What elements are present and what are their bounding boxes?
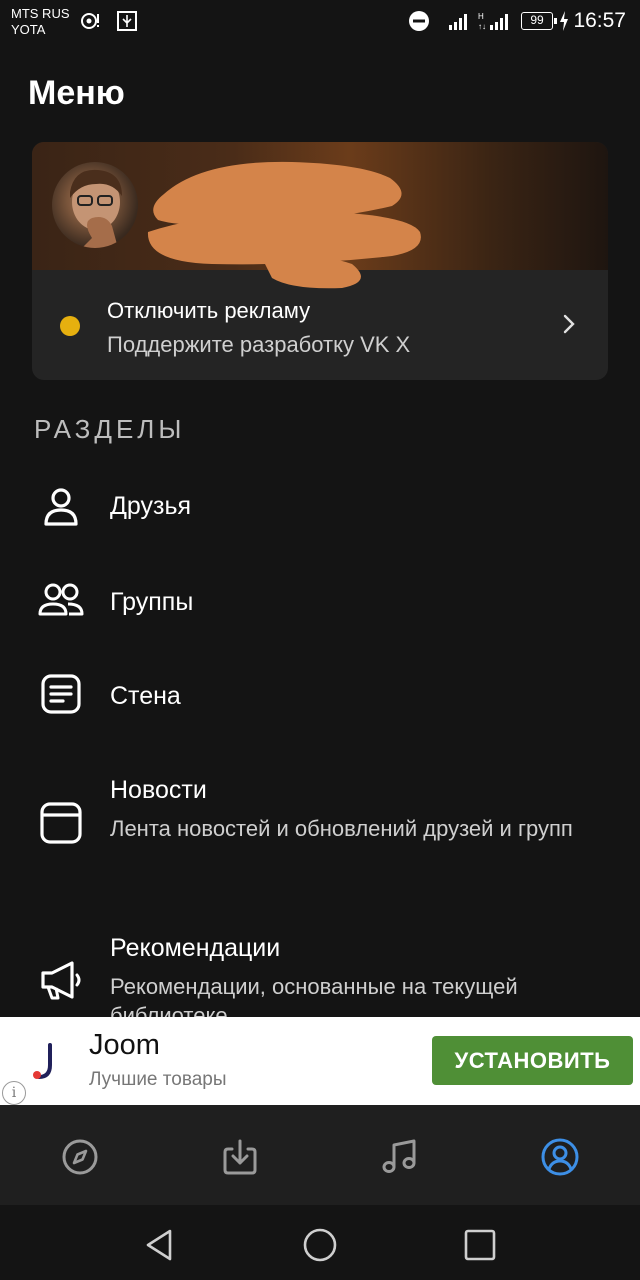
menu-item-news[interactable]: Новости Лента новостей и обновлений друз… — [0, 760, 640, 880]
sections-header: РАЗДЕЛЫ — [34, 414, 186, 444]
people-icon — [38, 583, 84, 616]
recents-icon[interactable] — [460, 1225, 500, 1265]
avatar-photo — [70, 169, 122, 248]
compass-icon[interactable] — [58, 1135, 102, 1179]
download-icon[interactable] — [218, 1135, 262, 1179]
menu-item-friends[interactable]: Друзья — [0, 464, 640, 554]
joom-logo-icon — [33, 1043, 52, 1079]
window-icon — [40, 802, 82, 844]
chevron-right-icon — [563, 314, 575, 334]
menu-label: Группы — [110, 588, 194, 616]
info-icon[interactable]: i — [2, 1081, 26, 1105]
menu-subtitle: Рекомендации, основанные на текущей библ… — [110, 974, 518, 1017]
ad-subtitle: Лучшие товары — [89, 1069, 227, 1090]
menu-label: Рекомендации — [110, 934, 281, 962]
home-icon[interactable] — [300, 1225, 340, 1265]
disable-ads-subtitle: Поддержите разработку VK X — [107, 332, 411, 357]
profile-circle-icon[interactable] — [538, 1135, 582, 1179]
menu-label: Стена — [110, 682, 181, 710]
disable-ads-title: Отключить рекламу — [107, 298, 311, 323]
system-nav-bar — [0, 1205, 640, 1280]
install-button[interactable]: УСТАНОВИТЬ — [432, 1036, 633, 1085]
page-title: Меню — [28, 74, 125, 112]
avatar[interactable] — [52, 162, 138, 248]
bottom-nav — [0, 1105, 640, 1205]
menu-item-recommendations[interactable]: Рекомендации Рекомендации, основанные на… — [0, 918, 640, 1017]
back-icon[interactable] — [140, 1225, 180, 1265]
ad-banner[interactable]: Joom Лучшие товары УСТАНОВИТЬ i — [0, 1017, 640, 1105]
status-dot — [60, 316, 80, 336]
menu-item-groups[interactable]: Группы — [0, 558, 640, 648]
profile-card[interactable]: Отключить рекламу Поддержите разработку … — [32, 142, 608, 380]
scroll-area[interactable]: Меню Отключить рекламу Поддержите разраб… — [0, 0, 640, 1017]
megaphone-icon — [41, 961, 81, 1000]
ad-title: Joom — [89, 1029, 160, 1061]
disable-ads-row[interactable]: Отключить рекламу Поддержите разработку … — [32, 270, 608, 380]
menu-subtitle: Лента новостей и обновлений друзей и гру… — [110, 816, 573, 841]
person-icon — [44, 488, 78, 526]
menu-label: Друзья — [110, 492, 192, 520]
menu-item-wall[interactable]: Стена — [0, 652, 640, 742]
menu-label: Новости — [110, 776, 207, 804]
wall-icon — [41, 674, 81, 714]
music-note-icon[interactable] — [378, 1135, 422, 1179]
